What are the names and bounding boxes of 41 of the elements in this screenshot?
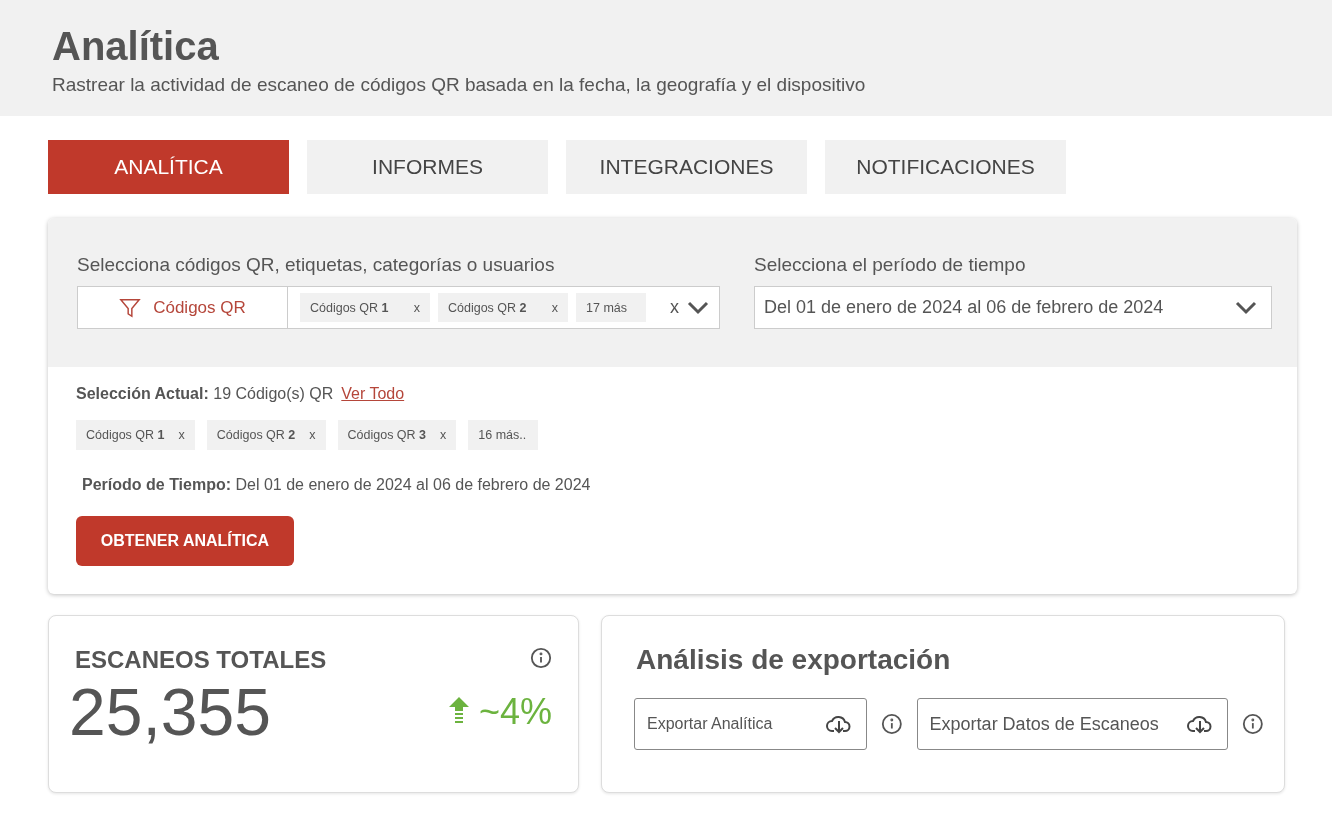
info-icon[interactable]	[1242, 713, 1264, 735]
get-analytics-button[interactable]: OBTENER ANALÍTICA	[76, 516, 294, 566]
field-label: Selecciona el período de tiempo	[754, 254, 1027, 276]
tab[interactable]: INTEGRACIONES	[566, 140, 807, 194]
remove-tag-button[interactable]: x	[309, 428, 316, 442]
export-button[interactable]: Exportar Analítica	[634, 698, 867, 750]
tag-chip[interactable]: 16 más..	[468, 420, 539, 450]
tab[interactable]: NOTIFICACIONES	[825, 140, 1066, 194]
qr-select-field[interactable]: Códigos QR Códigos QR 1 x Códigos QR 2 x 17 más x	[77, 286, 720, 329]
info-icon[interactable]	[530, 647, 552, 669]
card-title: ESCANEOS TOTALES	[75, 646, 327, 674]
period-dropdown[interactable]: Del 01 de enero de 2024 al 06 de febrero de 2024	[754, 286, 1272, 329]
time-period-text: Período de Tiempo: Del 01 de enero de 2024 al 06 de febrero de 2024	[82, 476, 591, 494]
clear-button[interactable]: x	[670, 297, 679, 318]
tag-chip[interactable]: Códigos QR 2 x	[206, 420, 326, 450]
tab[interactable]: INFORMES	[307, 140, 548, 194]
chevron-down-icon[interactable]	[687, 300, 709, 315]
chevron-down-icon[interactable]	[1235, 300, 1257, 315]
filter-icon	[119, 296, 142, 319]
cloud-download-icon	[825, 713, 852, 735]
field-label: Selecciona códigos QR, etiquetas, categorías o usuarios	[77, 254, 556, 276]
page-subtitle: Rastrear la actividad de escaneo de códigos QR basada en la fecha, la geografía y el dispositivo	[52, 74, 867, 96]
tag-chip[interactable]: Códigos QR 1 x	[300, 293, 430, 322]
card-title: Análisis de exportación	[636, 644, 952, 676]
info-icon[interactable]	[880, 713, 903, 735]
tag-chip[interactable]: 17 más	[576, 293, 646, 322]
view-all-link[interactable]: Ver Todo	[341, 385, 405, 402]
export-button[interactable]: Exportar Datos de Escaneos	[916, 698, 1229, 750]
total-scans-value: 25,355	[69, 674, 271, 750]
tab[interactable]: ANALÍTICA	[48, 140, 289, 194]
cloud-download-icon	[1187, 713, 1214, 735]
remove-tag-button[interactable]: x	[413, 300, 420, 315]
tag-chip[interactable]: Códigos QR 1 x	[76, 420, 195, 450]
remove-tag-button[interactable]: x	[178, 428, 185, 442]
tag-chip[interactable]: Códigos QR 2 x	[438, 293, 568, 322]
trend-percentage: ~4%	[478, 691, 552, 733]
remove-tag-button[interactable]: x	[440, 428, 447, 442]
remove-tag-button[interactable]: x	[551, 300, 558, 315]
page-title: Analítica	[52, 23, 220, 70]
current-selection-text: Selección Actual: 19 Código(s) QR Ver Todo	[76, 385, 405, 403]
tag-chip[interactable]: Códigos QR 3 x	[337, 420, 457, 450]
